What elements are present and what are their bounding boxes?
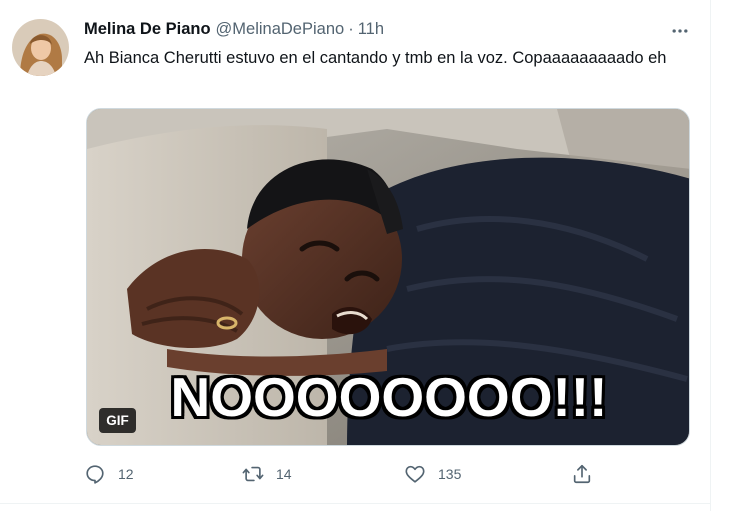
- tweet[interactable]: Melina De Piano @MelinaDePiano · 11h Ah …: [0, 0, 739, 511]
- like-button[interactable]: 135: [404, 460, 461, 488]
- retweet-icon: [242, 466, 264, 482]
- more-horizontal-icon: [672, 29, 688, 33]
- retweet-button[interactable]: 14: [242, 460, 292, 488]
- share-button[interactable]: [571, 460, 593, 488]
- tweet-header: Melina De Piano @MelinaDePiano · 11h: [84, 20, 384, 42]
- gif-caption: NOOOOOOOO!!!: [170, 366, 608, 428]
- retweet-count: 14: [276, 466, 292, 482]
- reply-button[interactable]: 12: [84, 460, 134, 488]
- more-options-button[interactable]: [668, 20, 692, 42]
- share-icon: [573, 464, 591, 484]
- reply-count: 12: [118, 466, 134, 482]
- heart-icon: [405, 465, 425, 483]
- tweet-divider: [0, 503, 710, 504]
- reply-icon: [86, 465, 104, 484]
- tweet-actions: 12 14 135: [84, 460, 604, 488]
- header-separator: ·: [348, 20, 354, 38]
- like-count: 135: [438, 466, 462, 482]
- gif-badge: GIF: [99, 408, 136, 433]
- user-handle[interactable]: @MelinaDePiano: [216, 20, 345, 39]
- timeline-divider: [710, 0, 711, 511]
- tweet-text: Ah Bianca Cherutti estuvo en el cantando…: [84, 49, 667, 67]
- display-name[interactable]: Melina De Piano: [84, 20, 211, 39]
- avatar[interactable]: [12, 19, 69, 76]
- tweet-media-gif[interactable]: NOOOOOOOO!!! GIF: [86, 108, 690, 446]
- tweet-timestamp[interactable]: 11h: [358, 20, 384, 39]
- avatar-image: [12, 19, 69, 76]
